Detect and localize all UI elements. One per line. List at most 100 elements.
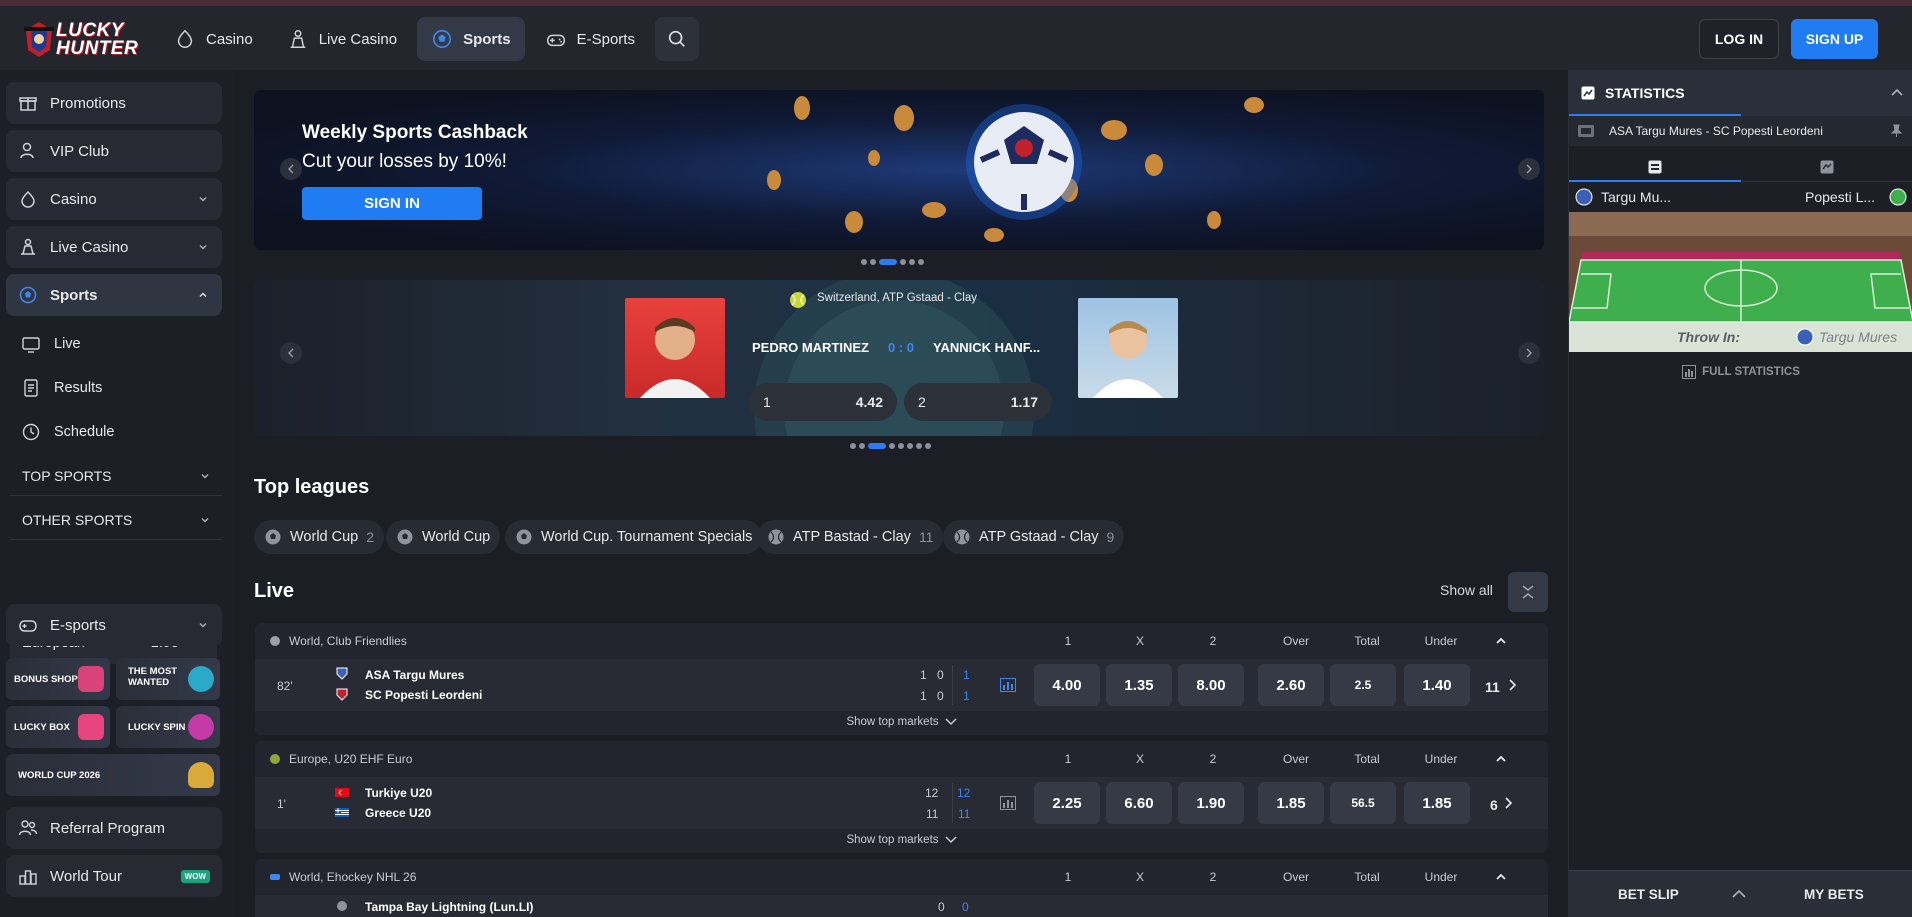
pagination-dot[interactable] [879,259,897,265]
odd-label: 2 [918,394,926,410]
sidebar-item-vip[interactable]: VIP Club [6,130,222,172]
sidebar-item-casino[interactable]: Casino [6,178,222,220]
odd-x-button[interactable]: 1.35 [1106,664,1172,706]
show-all-link[interactable]: Show all [1440,582,1493,598]
show-top-markets[interactable]: Show top markets [255,829,1548,851]
odd-2-button[interactable]: 8.00 [1178,664,1244,706]
bar-chart-icon[interactable] [1000,678,1016,692]
chevron-up-icon[interactable] [1732,889,1746,899]
odd-2-button[interactable]: 1.90 [1178,782,1244,824]
more-markets-count[interactable]: 6 [1490,797,1498,813]
league-chip[interactable]: ATP Bastad - Clay 11 [757,520,944,554]
league-chip[interactable]: World Cup. Tournament Specials [505,520,763,554]
league-chip[interactable]: World Cup [386,520,501,554]
event-row[interactable]: Tampa Bay Lightning (Lun.LI) 0 0 [255,895,1548,917]
pagination-dot[interactable] [870,259,876,265]
tab-scoreboard[interactable] [1569,152,1741,182]
sidebar-item-live-casino[interactable]: Live Casino [6,226,222,268]
promo-label: THE MOST WANTED [128,666,178,688]
banner-prev-button[interactable] [280,158,302,180]
nav-casino[interactable]: Casino [160,17,267,61]
gift-box-icon [78,714,104,740]
pagination-dot[interactable] [900,259,906,265]
tab-field[interactable] [1741,152,1912,182]
statistics-header[interactable]: STATISTICS [1569,70,1912,116]
event-row[interactable]: 82' ASA Targu Mures SC Popesti Leordeni … [255,659,1548,711]
pin-icon[interactable] [1889,124,1903,138]
featured-next-button[interactable] [1518,342,1540,364]
odd-over-button[interactable]: 2.60 [1258,664,1324,706]
pagination-dot[interactable] [861,259,867,265]
sidebar-item-sports[interactable]: Sports [6,274,222,316]
bet-slip-bar[interactable]: BET SLIP MY BETS [1568,870,1912,917]
featured-odd-2[interactable]: 2 1.17 [904,383,1052,421]
promo-world-cup[interactable]: WORLD CUP 2026 [6,754,220,796]
more-markets-count[interactable]: 11 [1485,679,1500,695]
logo[interactable]: LUCKY HUNTER [22,16,138,62]
nav-live-casino[interactable]: Live Casino [273,17,411,61]
nav-esports[interactable]: E-Sports [531,17,649,61]
odd-under-button[interactable]: 1.85 [1404,782,1470,824]
bar-chart-icon[interactable] [1000,796,1016,810]
show-top-markets[interactable]: Show top markets [255,711,1548,733]
sidebar-sub-live[interactable]: Live [18,326,81,362]
promo-bonus-shop[interactable]: BONUS SHOP [6,658,110,700]
chevron-up-icon[interactable] [1495,636,1507,646]
pitch-visualization[interactable]: Throw In: Targu Mures [1569,212,1912,352]
promo-lucky-spin[interactable]: LUCKY SPIN [116,706,220,748]
pagination-dot[interactable] [868,443,886,449]
full-statistics-link[interactable]: FULL STATISTICS [1569,360,1912,384]
users-icon [18,820,38,836]
gamepad-icon [546,34,565,47]
featured-prev-button[interactable] [280,342,302,364]
bet-slip-tab[interactable]: BET SLIP [1618,887,1679,902]
pagination-dot[interactable] [918,259,924,265]
featured-odd-1[interactable]: 1 4.42 [749,383,897,421]
sidebar-item-label: E-sports [50,616,106,634]
promo-lucky-box[interactable]: LUCKY BOX [6,706,110,748]
chevron-right-icon[interactable] [1507,679,1517,691]
col-1: 1 [1064,634,1072,648]
chevron-up-icon[interactable] [1891,88,1903,96]
pagination-dot[interactable] [916,443,922,449]
odd-1-button[interactable]: 2.25 [1034,782,1100,824]
sidebar-item-referral[interactable]: Referral Program [6,807,222,849]
sidebar-sub-label: Results [54,380,103,396]
promo-label: LUCKY BOX [14,722,70,733]
odd-x-button[interactable]: 6.60 [1106,782,1172,824]
sidebar-top-sports[interactable]: TOP SPORTS [10,456,222,496]
sidebar-item-promotions[interactable]: Promotions [6,82,222,124]
pagination-dot[interactable] [898,443,904,449]
pagination-dot[interactable] [909,259,915,265]
event-row[interactable]: 1' Turkiye U20 Greece U20 12 12 11 11 2.… [255,777,1548,829]
score-cell: 11 [958,807,971,821]
chevron-up-icon[interactable] [1495,754,1507,764]
pagination-dot[interactable] [925,443,931,449]
pagination-dot[interactable] [850,443,856,449]
pagination-dot[interactable] [889,443,895,449]
chevron-right-icon[interactable] [1503,797,1513,809]
sidebar-other-sports[interactable]: OTHER SPORTS [10,500,222,540]
my-bets-tab[interactable]: MY BETS [1804,887,1864,902]
signup-button[interactable]: SIGN UP [1791,19,1878,59]
chevron-up-icon[interactable] [1495,872,1507,882]
promo-most-wanted[interactable]: THE MOST WANTED [116,658,220,700]
nav-sports[interactable]: Sports [417,17,525,61]
odd-1-button[interactable]: 4.00 [1034,664,1100,706]
banner-signin-button[interactable]: SIGN IN [302,187,482,220]
banner-next-button[interactable] [1518,158,1540,180]
pagination-dot[interactable] [859,443,865,449]
sidebar-item-world-tour[interactable]: World Tour WOW [6,855,222,897]
login-button[interactable]: LOG IN [1699,19,1779,59]
pagination-dot[interactable] [907,443,913,449]
odd-over-button[interactable]: 1.85 [1258,782,1324,824]
league-chip[interactable]: World Cup 2 [254,520,385,554]
search-button[interactable] [654,17,699,61]
league-chip[interactable]: ATP Gstaad - Clay 9 [943,520,1125,554]
header: LUCKY HUNTER Casino Live Casino Sports E… [0,6,1912,70]
odd-under-button[interactable]: 1.40 [1404,664,1470,706]
sidebar-sub-results[interactable]: Results [18,370,102,406]
sidebar-item-esports[interactable]: E-sports [6,604,222,646]
sidebar-sub-schedule[interactable]: Schedule [18,414,114,450]
collapse-all-button[interactable] [1508,572,1548,612]
